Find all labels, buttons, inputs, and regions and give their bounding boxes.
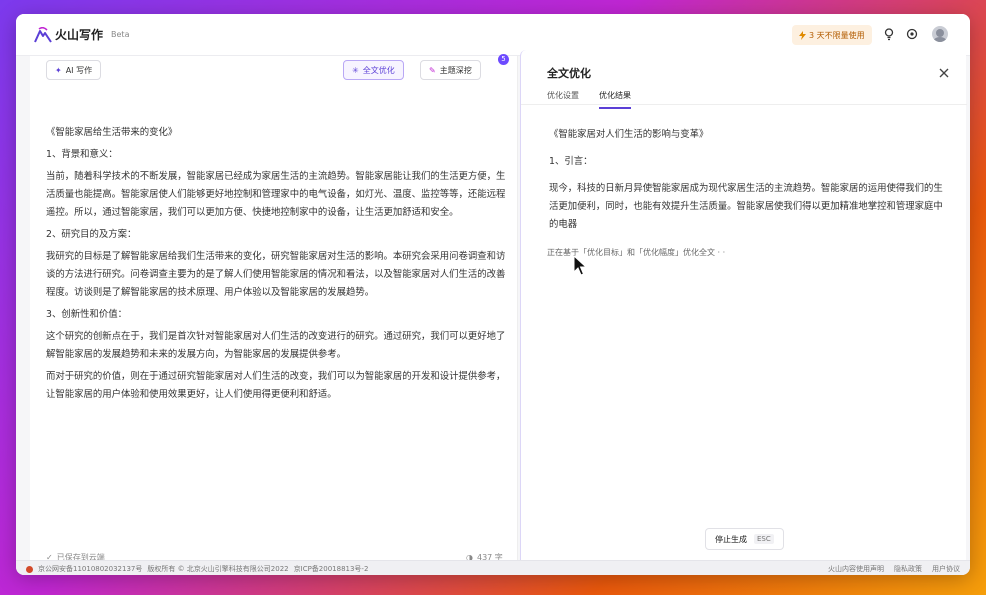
document-body[interactable]: 《智能家居给生活带来的变化》 1、背景和意义： 当前，随着科学技术的不断发展，智… xyxy=(46,124,508,408)
mouse-cursor-icon xyxy=(573,255,587,276)
doc-paragraph: 而对于研究的价值，则在于通过研究智能家居对人们生活的改变，我们可以为智能家居的开… xyxy=(46,371,506,400)
footer: 京公网安备11010802032137号 版权所有 © 北京火山引擎科技有限公司… xyxy=(16,560,970,575)
doc-heading: 3、创新性和价值： xyxy=(46,309,127,320)
user-avatar[interactable] xyxy=(932,26,948,42)
doc-paragraph: 这个研究的创新点在于，我们是首次针对智能家居对人们生活的改变进行的研究。通过研究… xyxy=(46,331,506,360)
lightning-icon xyxy=(799,30,806,40)
beta-badge: Beta xyxy=(111,30,130,39)
panel-title: 全文优化 xyxy=(547,67,591,80)
police-badge-icon xyxy=(26,565,33,573)
esc-key-hint: ESC xyxy=(754,534,774,544)
footer-link[interactable]: 京ICP备20018813号-2 xyxy=(294,564,369,574)
full-optimize-label: 全文优化 xyxy=(362,65,395,75)
tab-divider xyxy=(521,104,967,105)
panel-tabs: 优化设置 优化结果 xyxy=(547,90,631,109)
footer-link[interactable]: 火山内容使用声明 xyxy=(828,564,884,574)
document-editor[interactable]: ✦ AI 写作 ✳ 全文优化 ✎ 主题深挖 5 《智能家居给生活带来的变化》 1… xyxy=(30,54,518,562)
tab-optimize-settings[interactable]: 优化设置 xyxy=(547,90,579,109)
wand-icon: ✎ xyxy=(429,65,436,75)
result-paragraph: 现今，科技的日新月异使智能家居成为现代家居生活的主流趋势。智能家居的运用使得我们… xyxy=(549,183,943,230)
topic-deepen-button[interactable]: ✎ 主题深挖 xyxy=(420,60,481,80)
sparkle-icon: ✦ xyxy=(55,65,62,75)
doc-heading: 1、背景和意义： xyxy=(46,149,118,160)
footer-left: 京公网安备11010802032137号 版权所有 © 北京火山引擎科技有限公司… xyxy=(26,564,368,574)
footer-link[interactable]: 京公网安备11010802032137号 xyxy=(38,564,142,574)
optimize-panel: 全文优化 优化设置 优化结果 《智能家居对人们生活的影响与变革》 1、引言： 现… xyxy=(520,50,967,560)
footer-link[interactable]: 隐私政策 xyxy=(894,564,922,574)
notification-badge: 5 xyxy=(498,54,509,65)
result-heading: 1、引言： xyxy=(549,156,593,167)
magic-icon: ✳ xyxy=(352,65,359,75)
optimize-result-body: 《智能家居对人们生活的影响与变革》 1、引言： 现今，科技的日新月异使智能家居成… xyxy=(549,126,949,243)
footer-link[interactable]: 用户协议 xyxy=(932,564,960,574)
footer-copyright: 版权所有 © 北京火山引擎科技有限公司2022 xyxy=(147,565,289,573)
app-window: 火山写作 Beta 3 天不限量使用 ✦ AI 写作 ✳ 全文优化 ✎ 主题深挖… xyxy=(16,14,970,575)
app-name: 火山写作 xyxy=(55,28,104,42)
topic-deepen-label: 主题深挖 xyxy=(439,65,472,75)
app-logo[interactable]: 火山写作 Beta xyxy=(34,26,129,43)
settings-icon[interactable] xyxy=(905,27,919,41)
doc-paragraph: 我研究的目标是了解智能家居给我们生活带来的变化，研究智能家居对生活的影响。本研究… xyxy=(46,251,506,298)
close-icon[interactable] xyxy=(939,68,949,78)
lightbulb-icon[interactable] xyxy=(882,27,896,41)
ai-write-label: AI 写作 xyxy=(65,65,93,75)
result-title: 《智能家居对人们生活的影响与变革》 xyxy=(549,129,709,140)
doc-heading: 2、研究目的及方案： xyxy=(46,229,137,240)
stop-label: 停止生成 xyxy=(715,534,747,544)
tab-optimize-result[interactable]: 优化结果 xyxy=(599,90,631,109)
ai-write-button[interactable]: ✦ AI 写作 xyxy=(46,60,102,80)
full-optimize-button[interactable]: ✳ 全文优化 xyxy=(343,60,404,80)
trial-badge[interactable]: 3 天不限量使用 xyxy=(792,25,872,45)
footer-right: 火山内容使用声明 隐私政策 用户协议 xyxy=(828,564,960,574)
doc-title: 《智能家居给生活带来的变化》 xyxy=(46,127,178,138)
doc-paragraph: 当前，随着科学技术的不断发展，智能家居已经成为家居生活的主流趋势。智能家居能让我… xyxy=(46,171,506,218)
trial-text: 3 天不限量使用 xyxy=(809,30,865,40)
stop-generate-button[interactable]: 停止生成 ESC xyxy=(705,528,784,550)
volcano-logo-icon xyxy=(34,26,52,43)
